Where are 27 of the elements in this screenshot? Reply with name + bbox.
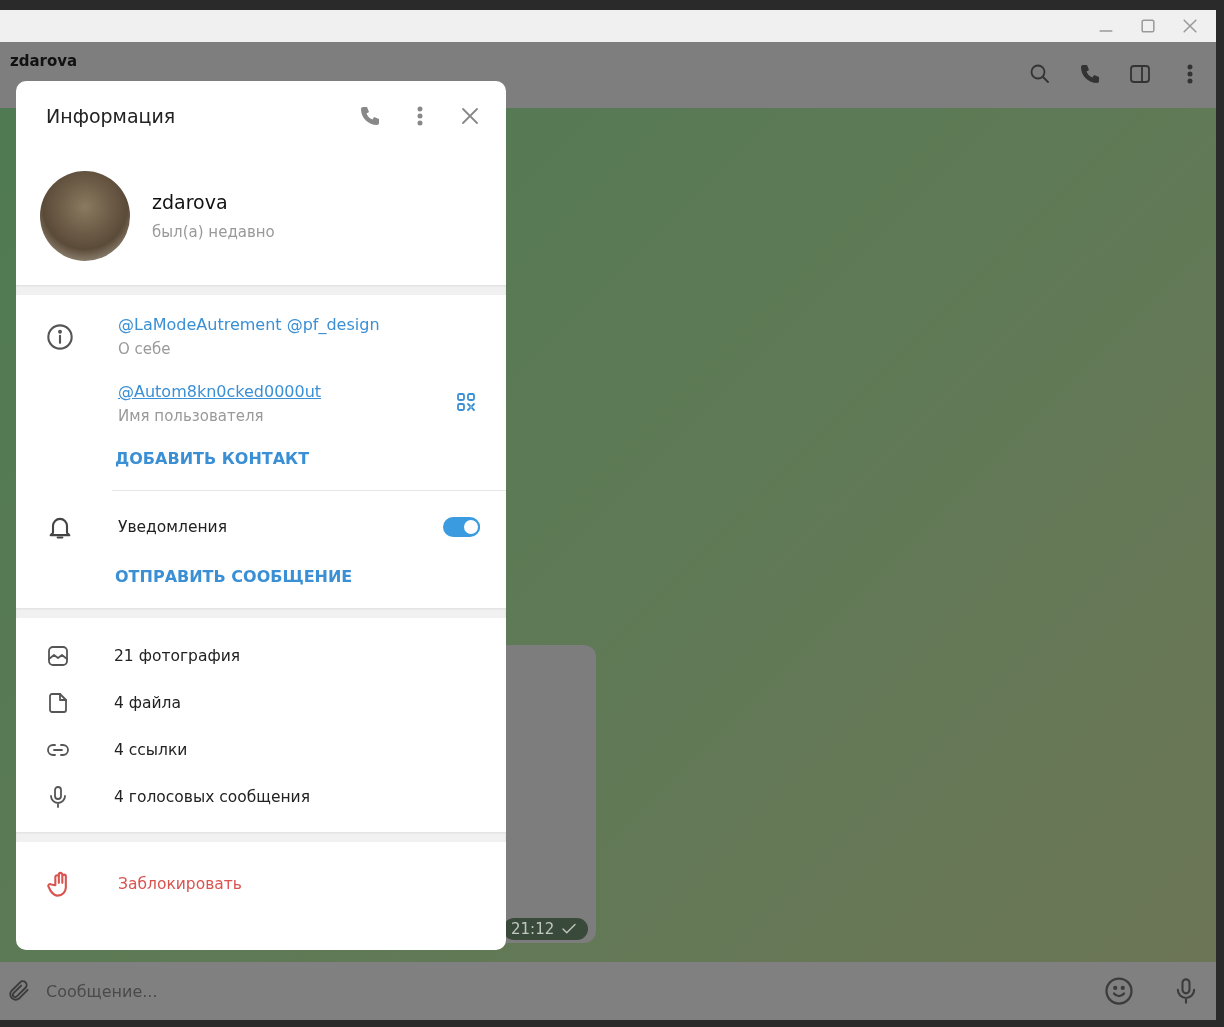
media-link[interactable]: 4 голосовых сообщения <box>114 787 310 806</box>
chat-title[interactable]: zdarova <box>10 52 78 70</box>
sidebar-icon[interactable] <box>1128 62 1152 86</box>
send-message-button[interactable]: ОТПРАВИТЬ СООБЩЕНИЕ <box>115 567 353 586</box>
maximize-icon[interactable] <box>1138 16 1158 36</box>
phone-icon[interactable] <box>1078 62 1102 86</box>
message-time: 21:12 <box>503 918 589 940</box>
block-button[interactable]: Заблокировать <box>118 875 242 893</box>
notifications-label: Уведомления <box>118 518 227 536</box>
profile-name: zdarova <box>152 191 229 213</box>
search-icon[interactable] <box>1028 62 1052 86</box>
notifications-toggle[interactable] <box>443 517 480 537</box>
username-label: Имя пользователя <box>118 407 265 425</box>
media-link[interactable]: 4 файла <box>114 693 182 712</box>
username-link[interactable]: @Autom8kn0cked0000ut <box>118 382 322 401</box>
photo-icon <box>46 643 70 668</box>
file-icon <box>46 690 70 715</box>
bio-label: О себе <box>118 340 172 358</box>
panel-title: Информация <box>46 105 176 127</box>
bio-text: @LaModeAutrement @pf_design <box>118 315 380 334</box>
media-link[interactable]: 4 ссылки <box>114 740 188 759</box>
phone-icon[interactable] <box>358 104 382 128</box>
add-contact-button[interactable]: ДОБАВИТЬ КОНТАКТ <box>115 449 310 468</box>
info-icon <box>46 322 74 351</box>
media-link[interactable]: 21 фотография <box>114 646 241 665</box>
emoji-icon[interactable] <box>1104 976 1134 1006</box>
profile-status: был(а) недавно <box>152 223 275 241</box>
